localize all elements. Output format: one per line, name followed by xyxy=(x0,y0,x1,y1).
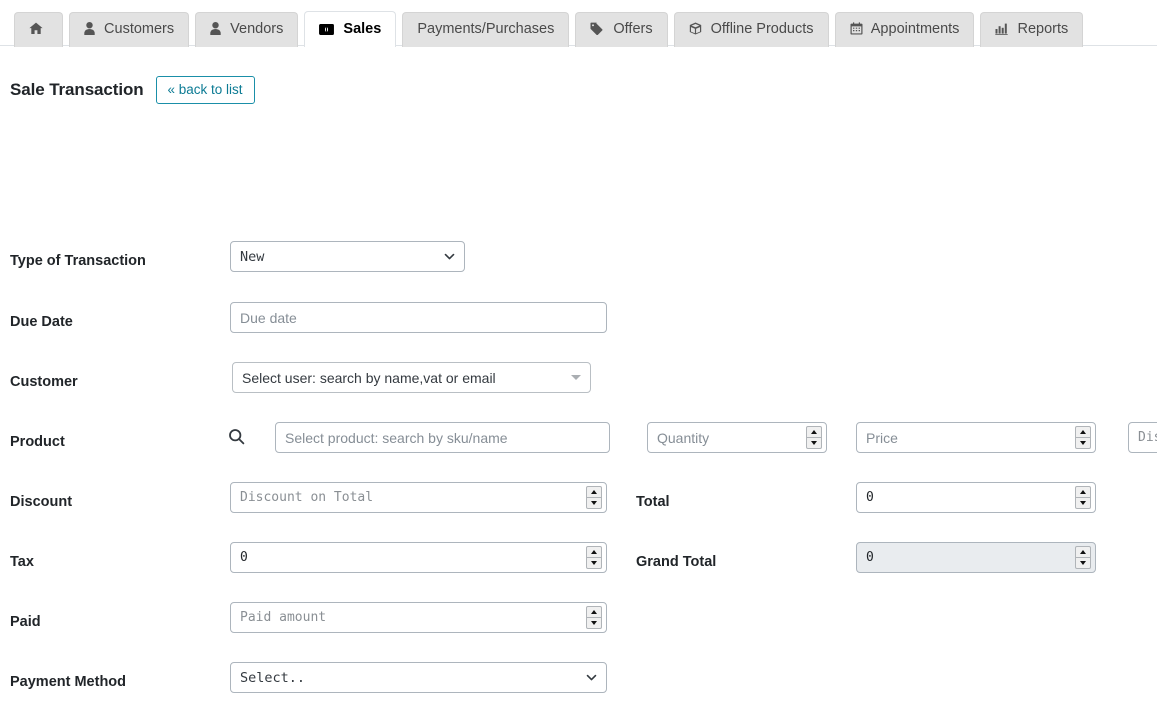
form-row-paid: Paid xyxy=(0,602,1157,642)
due-date-input[interactable] xyxy=(230,302,607,333)
tab-customers[interactable]: Customers xyxy=(69,12,190,47)
search-icon[interactable] xyxy=(228,428,245,450)
user-icon xyxy=(210,22,221,35)
discount-stepper[interactable] xyxy=(586,486,602,509)
paid-field-wrap xyxy=(230,602,607,633)
stepper-up[interactable] xyxy=(1076,487,1090,498)
tax-input[interactable] xyxy=(230,542,607,573)
stepper-up[interactable] xyxy=(1076,547,1090,558)
tab-label: Offline Products xyxy=(710,21,814,37)
discount-label: Discount xyxy=(10,494,73,510)
stepper-down[interactable] xyxy=(807,438,821,448)
due-date-field-wrap xyxy=(230,302,607,333)
stepper-down[interactable] xyxy=(587,498,601,508)
due-date-label: Due Date xyxy=(10,314,73,330)
paid-input[interactable] xyxy=(230,602,607,633)
tab-reports[interactable]: Reports xyxy=(980,12,1084,47)
total-label: Total xyxy=(636,494,670,510)
tax-field-wrap xyxy=(230,542,607,573)
tab-payments-purchases[interactable]: Payments/Purchases xyxy=(402,12,570,47)
type-of-transaction-select[interactable]: New xyxy=(230,241,465,272)
form-row-payment-method: Payment Method Select.. xyxy=(0,662,1157,702)
home-icon xyxy=(29,22,43,35)
stepper-up[interactable] xyxy=(1076,427,1090,438)
tab-label: Appointments xyxy=(870,21,960,37)
form-row-product: Product xyxy=(0,422,1157,462)
tab-label: Payments/Purchases xyxy=(417,21,555,37)
page-title: Sale Transaction xyxy=(10,80,144,99)
tag-icon xyxy=(590,22,604,35)
bar-chart-icon xyxy=(995,22,1009,35)
tax-label: Tax xyxy=(10,554,34,570)
stepper-down[interactable] xyxy=(587,618,601,628)
stepper-up[interactable] xyxy=(807,427,821,438)
payment-method-select-wrap: Select.. xyxy=(230,662,607,693)
total-stepper[interactable] xyxy=(1075,486,1091,509)
customer-select2-wrap: Select user: search by name,vat or email xyxy=(232,362,591,393)
stepper-up[interactable] xyxy=(587,547,601,558)
stepper-down[interactable] xyxy=(1076,558,1090,568)
tab-label: Offers xyxy=(613,21,653,37)
stepper-up[interactable] xyxy=(587,487,601,498)
payment-method-label: Payment Method xyxy=(10,674,127,690)
price-stepper[interactable] xyxy=(1075,426,1091,449)
tab-offers[interactable]: Offers xyxy=(575,12,668,47)
product-search-input[interactable] xyxy=(275,422,610,453)
type-of-transaction-label: Type of Transaction xyxy=(10,253,146,269)
grand-total-input xyxy=(856,542,1096,573)
tab-appointments[interactable]: Appointments xyxy=(834,12,975,47)
customer-select[interactable]: Select user: search by name,vat or email xyxy=(232,362,591,393)
tab-home[interactable] xyxy=(14,12,63,47)
discount-field-wrap xyxy=(230,482,607,513)
quantity-input[interactable] xyxy=(647,422,827,453)
quantity-stepper[interactable] xyxy=(806,426,822,449)
tab-vendors[interactable]: Vendors xyxy=(195,12,299,47)
grand-total-label: Grand Total xyxy=(636,554,717,570)
type-of-transaction-select-wrap: New xyxy=(230,241,465,272)
stepper-down[interactable] xyxy=(1076,498,1090,508)
tab-label: Sales xyxy=(343,21,382,37)
tab-label: Customers xyxy=(104,21,175,37)
product-label: Product xyxy=(10,434,65,450)
page-header: Sale Transaction « back to list xyxy=(10,74,1157,106)
line-discount-field-wrap xyxy=(1128,422,1157,453)
tax-stepper[interactable] xyxy=(586,546,602,569)
form-row-discount-total: Discount Total xyxy=(0,482,1157,522)
user-icon xyxy=(84,22,95,35)
dropdown-arrow-icon xyxy=(571,375,581,380)
grand-total-stepper[interactable] xyxy=(1075,546,1091,569)
price-input[interactable] xyxy=(856,422,1096,453)
quantity-field-wrap xyxy=(647,422,827,453)
product-field-wrap xyxy=(275,422,610,453)
back-to-list-button[interactable]: « back to list xyxy=(155,75,255,105)
grand-total-field-wrap xyxy=(856,542,1096,573)
stepper-down[interactable] xyxy=(1076,438,1090,448)
payment-method-select[interactable]: Select.. xyxy=(230,662,607,693)
total-field-wrap xyxy=(856,482,1096,513)
main-navigation-tabs: Customers Vendors Sales Payments/Purchas… xyxy=(0,0,1157,47)
money-bill-icon xyxy=(319,24,335,35)
line-discount-input[interactable] xyxy=(1128,422,1157,453)
total-input[interactable] xyxy=(856,482,1096,513)
stepper-down[interactable] xyxy=(587,558,601,568)
discount-input[interactable] xyxy=(230,482,607,513)
form-row-due-date: Due Date xyxy=(0,302,1157,342)
tab-label: Reports xyxy=(1017,21,1069,37)
tab-offline-products[interactable]: Offline Products xyxy=(673,12,829,47)
cube-icon xyxy=(689,22,702,35)
tab-sales[interactable]: Sales xyxy=(304,11,397,47)
customer-select-value: Select user: search by name,vat or email xyxy=(242,369,496,386)
form-row-type-of-transaction: Type of Transaction New xyxy=(0,241,1157,281)
tab-label: Vendors xyxy=(230,21,284,37)
paid-label: Paid xyxy=(10,614,41,630)
calendar-icon xyxy=(850,22,863,35)
stepper-up[interactable] xyxy=(587,607,601,618)
form-row-customer: Customer Select user: search by name,vat… xyxy=(0,362,1157,402)
form-row-tax-grand-total: Tax Grand Total xyxy=(0,542,1157,582)
price-field-wrap xyxy=(856,422,1096,453)
paid-stepper[interactable] xyxy=(586,606,602,629)
customer-label: Customer xyxy=(10,374,78,390)
